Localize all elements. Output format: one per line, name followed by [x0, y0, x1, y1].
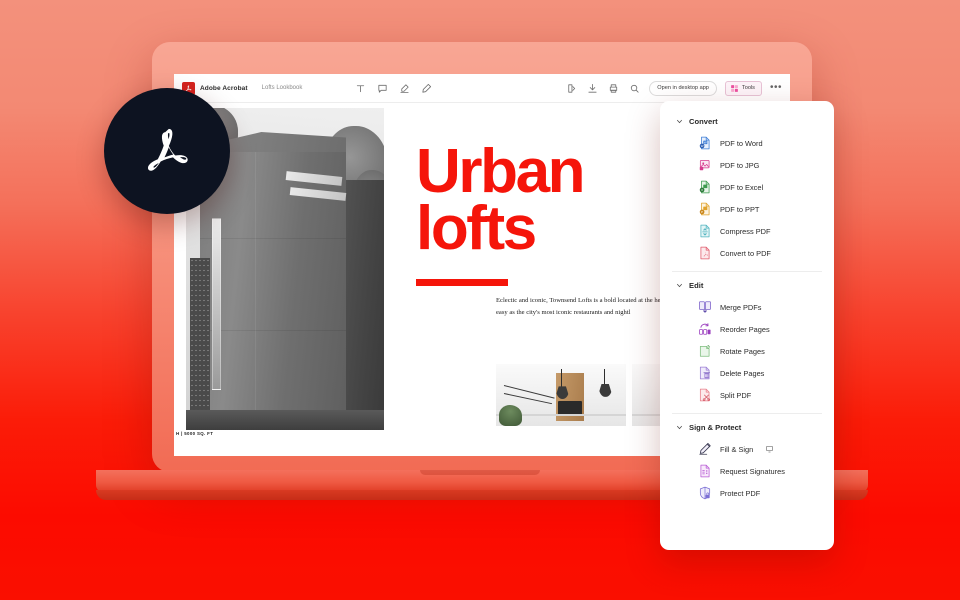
tool-item-pdf-to-ppt[interactable]: P PDF to PPT — [660, 198, 834, 220]
convert-to-pdf-icon — [700, 246, 710, 260]
tool-item-label: Compress PDF — [720, 226, 771, 236]
tool-item-label: Convert to PDF — [720, 248, 771, 258]
tool-item-convert-to-pdf[interactable]: Convert to PDF — [660, 242, 834, 264]
reorder-pages-icon — [699, 323, 711, 335]
tool-item-merge-pdfs[interactable]: Merge PDFs — [660, 296, 834, 318]
tools-group-header-sign-protect[interactable]: Sign & Protect — [660, 417, 834, 438]
chevron-down-icon — [677, 283, 682, 288]
request-signatures-icon — [700, 464, 710, 478]
photo-tall-window — [212, 218, 221, 390]
tool-item-split-pdf[interactable]: Split PDF — [660, 384, 834, 406]
tools-button[interactable]: Tools — [724, 80, 762, 96]
tool-item-label: Reorder Pages — [720, 324, 770, 334]
screenshot-stage: Adobe Acrobat Lofts Lookbook Open in des… — [0, 0, 960, 600]
tool-item-label: PDF to JPG — [720, 160, 760, 170]
tool-item-fill-and-sign[interactable]: Fill & Sign — [660, 438, 834, 460]
share-icon[interactable] — [565, 82, 578, 95]
open-in-desktop-app-button[interactable]: Open in desktop app — [649, 80, 717, 96]
tool-item-pdf-to-jpg[interactable]: PDF to JPG — [660, 154, 834, 176]
split-pdf-icon — [699, 388, 711, 402]
tool-item-pdf-to-word[interactable]: W W PDF to Word — [660, 132, 834, 154]
svg-text:W: W — [701, 144, 704, 148]
highlight-icon[interactable] — [398, 82, 411, 95]
tool-item-label: Request Signatures — [720, 466, 785, 476]
tool-item-label: Fill & Sign — [720, 444, 754, 454]
tools-group-title: Sign & Protect — [689, 423, 742, 432]
tool-item-protect-pdf[interactable]: Protect PDF — [660, 482, 834, 504]
interior-pendant-cord — [603, 368, 605, 386]
pdf-to-jpg-icon — [699, 159, 710, 171]
tool-item-delete-pages[interactable]: Delete Pages — [660, 362, 834, 384]
tool-item-label: PDF to Word — [720, 138, 763, 148]
photo-ground — [186, 410, 384, 430]
tools-panel[interactable]: Convert W W PDF to Word PDF to JPG X PDF… — [660, 101, 834, 550]
svg-text:P: P — [701, 210, 703, 214]
compress-pdf-icon — [700, 224, 710, 238]
interior-kitchen-photo — [496, 364, 626, 426]
tool-item-label: Delete Pages — [720, 368, 765, 378]
print-icon[interactable] — [607, 82, 620, 95]
tool-item-label: PDF to Excel — [720, 182, 764, 192]
tool-item-compress-pdf[interactable]: Compress PDF — [660, 220, 834, 242]
photo-perforated-screen — [190, 258, 210, 423]
pdf-to-excel-icon: X — [699, 180, 710, 194]
app-name: Adobe Acrobat — [200, 84, 248, 92]
fill-and-sign-icon — [699, 443, 711, 455]
desktop-only-icon — [766, 446, 774, 453]
toolbar-actions: Open in desktop app Tools ••• — [565, 80, 782, 96]
photo-caption: H | 5000 SQ. FT — [176, 431, 214, 436]
interior-plant — [498, 404, 522, 426]
annotation-tools — [354, 82, 433, 95]
svg-text:W: W — [704, 140, 707, 144]
tools-group-header-edit[interactable]: Edit — [660, 275, 834, 296]
protect-pdf-icon — [699, 486, 711, 500]
overflow-menu-button[interactable]: ••• — [770, 83, 782, 93]
tool-item-pdf-to-excel[interactable]: X PDF to Excel — [660, 176, 834, 198]
tools-group-header-convert[interactable]: Convert — [660, 111, 834, 132]
document-name: Lofts Lookbook — [261, 85, 303, 91]
interior-pendant-cord — [561, 368, 562, 388]
download-icon[interactable] — [586, 82, 599, 95]
laptop-notch — [420, 470, 540, 475]
merge-pdfs-icon — [699, 301, 711, 313]
tool-item-request-signatures[interactable]: Request Signatures — [660, 460, 834, 482]
pdf-to-word-icon: W W — [699, 136, 710, 150]
chevron-down-icon — [677, 425, 682, 430]
search-icon[interactable] — [628, 82, 641, 95]
svg-text:X: X — [701, 188, 703, 192]
acrobat-toolbar: Adobe Acrobat Lofts Lookbook Open in des… — [174, 74, 790, 103]
tool-item-label: Rotate Pages — [720, 346, 765, 356]
tools-grid-icon — [731, 84, 738, 92]
title-rule — [416, 279, 508, 287]
rotate-pages-icon — [699, 345, 710, 357]
tool-item-label: Merge PDFs — [720, 302, 762, 312]
pdf-to-ppt-icon: P — [699, 202, 710, 216]
tools-group-title: Convert — [689, 117, 718, 126]
tools-button-label: Tools — [741, 85, 755, 91]
group-divider — [672, 413, 822, 414]
tool-item-label: PDF to PPT — [720, 204, 760, 214]
draw-icon[interactable] — [420, 82, 433, 95]
tools-group-title: Edit — [689, 281, 704, 290]
acrobat-brand: Adobe Acrobat Lofts Lookbook — [182, 81, 303, 95]
tool-item-rotate-pages[interactable]: Rotate Pages — [660, 340, 834, 362]
delete-pages-icon — [699, 366, 711, 380]
add-text-icon[interactable] — [354, 82, 367, 95]
tool-item-label: Protect PDF — [720, 488, 761, 498]
add-comment-icon[interactable] — [376, 82, 389, 95]
chevron-down-icon — [677, 119, 682, 124]
group-divider — [672, 271, 822, 272]
adobe-acrobat-badge-icon — [104, 88, 230, 214]
tool-item-reorder-pages[interactable]: Reorder Pages — [660, 318, 834, 340]
tool-item-label: Split PDF — [720, 390, 752, 400]
